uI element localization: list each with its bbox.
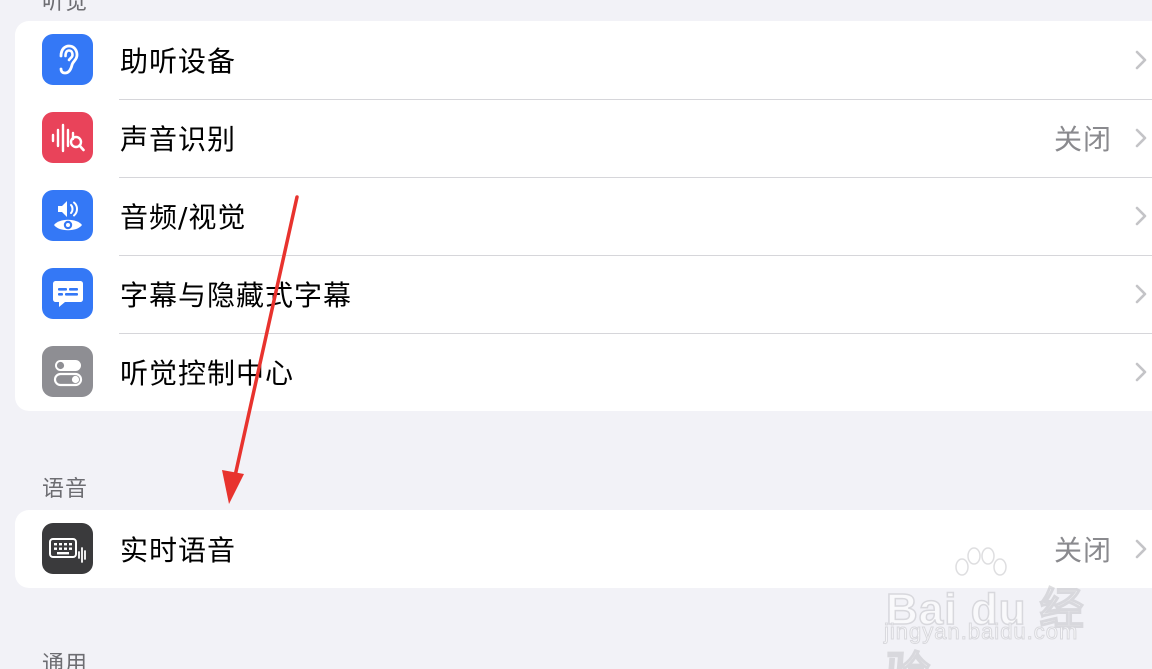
section-header-hearing: 听觉 [42, 0, 89, 15]
watermark-url: jingyan.baidu.com [883, 619, 1079, 645]
row-audio-visual[interactable]: 音频/视觉 [15, 177, 1152, 255]
audio-visual-icon [42, 190, 93, 241]
row-label: 声音识别 [120, 123, 237, 156]
row-label: 实时语音 [120, 534, 237, 567]
chevron-right-icon [1135, 284, 1147, 304]
row-value: 关闭 [1053, 123, 1112, 156]
chevron-right-icon [1135, 50, 1147, 70]
section-header-speech: 语音 [42, 477, 89, 502]
row-label: 助听设备 [120, 45, 237, 78]
keyboard-waveform-icon [42, 523, 93, 574]
row-label: 字幕与隐藏式字幕 [120, 279, 353, 312]
row-hearing-devices[interactable]: 助听设备 [15, 21, 1152, 99]
toggles-icon [42, 346, 93, 397]
row-label: 听觉控制中心 [120, 357, 295, 390]
section-header-general: 通用 [42, 652, 89, 669]
chevron-right-icon [1135, 539, 1147, 559]
row-hearing-control-center[interactable]: 听觉控制中心 [15, 333, 1152, 411]
chevron-right-icon [1135, 362, 1147, 382]
chevron-right-icon [1135, 206, 1147, 226]
settings-screen: 听觉 助听设备 声音识别 关闭 音频/视觉 字幕与隐藏式字幕 听觉控制中心 语音… [0, 0, 1152, 669]
row-sound-recognition[interactable]: 声音识别 关闭 [15, 99, 1152, 177]
chevron-right-icon [1135, 128, 1147, 148]
captions-icon [42, 268, 93, 319]
hearing-group: 助听设备 声音识别 关闭 音频/视觉 字幕与隐藏式字幕 听觉控制中心 [15, 21, 1152, 411]
row-captions[interactable]: 字幕与隐藏式字幕 [15, 255, 1152, 333]
baidu-watermark: Bai du 经验 jingyan.baidu.com [880, 545, 1100, 669]
sound-recognition-icon [42, 112, 93, 163]
ear-icon [42, 34, 93, 85]
row-label: 音频/视觉 [120, 201, 247, 234]
